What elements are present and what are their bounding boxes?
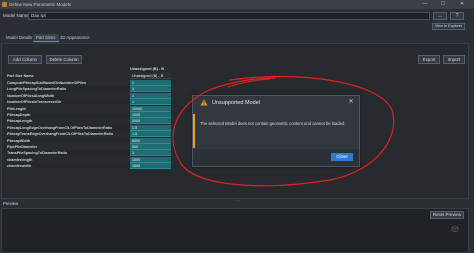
- part-size-name-header: Part Size Name: [7, 74, 34, 78]
- row-value-cell[interactable]: 3: [130, 150, 171, 157]
- column-header[interactable]: Unassigned (B) - B: [130, 66, 171, 72]
- add-column-button[interactable]: Add Column: [8, 55, 42, 64]
- row-name: ComputePilecapSizeBasedOnNumberOfPiles: [7, 81, 87, 85]
- row-value-cell[interactable]: 1: [130, 99, 171, 106]
- minimize-button[interactable]: —: [418, 1, 432, 8]
- tab-model-details[interactable]: Model Details: [3, 34, 35, 42]
- row-value-cell[interactable]: 1500: [130, 163, 171, 170]
- row-value-cell[interactable]: 1500: [130, 156, 171, 163]
- tab-2d-appearance[interactable]: 2D Appearance: [57, 34, 93, 42]
- warning-accent-bar: [193, 114, 195, 148]
- row-value-cell[interactable]: 10000: [130, 105, 171, 112]
- view-in-explorer-button[interactable]: View in Explorer: [432, 23, 465, 30]
- preview-label: Preview: [3, 201, 19, 206]
- reset-preview-button[interactable]: Reset Preview: [430, 211, 464, 219]
- row-name: NumberOfPilesAlongWidth: [7, 93, 55, 98]
- model-name-input[interactable]: Dan.rpt: [28, 12, 430, 20]
- row-value-cell[interactable]: 1000: [130, 112, 171, 118]
- title-bar: Define New Parametric Models — ☐ ✕: [0, 0, 474, 9]
- export-button[interactable]: Export: [418, 55, 440, 64]
- row-value-cell[interactable]: 1: [130, 80, 171, 86]
- preview-panel[interactable]: [1, 208, 469, 253]
- row-name: chamferwidth: [6, 163, 130, 170]
- row-value-cell[interactable]: 500: [130, 144, 171, 150]
- warning-icon: [200, 99, 208, 106]
- row-name: PilecapWidth: [6, 137, 130, 144]
- help-button[interactable]: ?: [450, 12, 464, 20]
- row-value-cell[interactable]: 2000: [130, 118, 171, 125]
- row-name: TransPileSpacingToDiameterRatio: [6, 150, 130, 157]
- row-value-cell[interactable]: 6000: [130, 137, 171, 144]
- dialog-message: The selected Model does not contain geom…: [200, 121, 346, 126]
- dialog-close-icon[interactable]: ✕: [347, 99, 355, 106]
- tab-part-sizes[interactable]: Part Sizes: [33, 34, 59, 42]
- part-size-table: Unassigned (B) - B Part Size Name Unassi…: [6, 66, 171, 186]
- row-value-cell[interactable]: 1.5: [130, 124, 171, 131]
- part-size-name-cell[interactable]: Unassigned (B) - B: [130, 73, 171, 79]
- delete-column-button[interactable]: Delete Column: [46, 55, 82, 64]
- browse-button[interactable]: ...: [433, 12, 447, 20]
- row-name: NumberOfPilesInTransverseDir: [6, 99, 130, 106]
- row-name: PipePileDiameter: [7, 145, 38, 149]
- splitter-handle[interactable]: .....: [232, 198, 242, 202]
- dialog-title: Unsupported Model: [212, 100, 261, 106]
- row-name: PileLength: [7, 106, 26, 111]
- app-icon: [2, 2, 7, 7]
- close-window-button[interactable]: ✕: [455, 1, 469, 8]
- maximize-button[interactable]: ☐: [436, 1, 450, 8]
- row-value-cell[interactable]: 3: [130, 86, 171, 93]
- close-button[interactable]: Close: [331, 153, 353, 161]
- row-value-cell[interactable]: 1: [130, 92, 171, 99]
- import-button[interactable]: Import: [443, 55, 465, 64]
- row-name: PilecapLongEdgeOverhangFromC/LOfPilesToD…: [6, 124, 130, 131]
- model-name-label: Model Name:: [3, 13, 30, 18]
- row-value-cell[interactable]: 1.5: [130, 131, 171, 138]
- row-name: PilecapDepth: [6, 112, 130, 118]
- row-name: PilecapTransEdgeOverhangFromC/LOfPilesTo…: [7, 132, 114, 137]
- row-name: chamferlength: [7, 157, 33, 162]
- window-title: Define New Parametric Models: [9, 1, 72, 7]
- view-cube-icon[interactable]: [451, 225, 459, 233]
- row-name: LongPileSpacingToDiameterRatio: [6, 86, 130, 93]
- row-name: PilecapLength: [7, 119, 33, 124]
